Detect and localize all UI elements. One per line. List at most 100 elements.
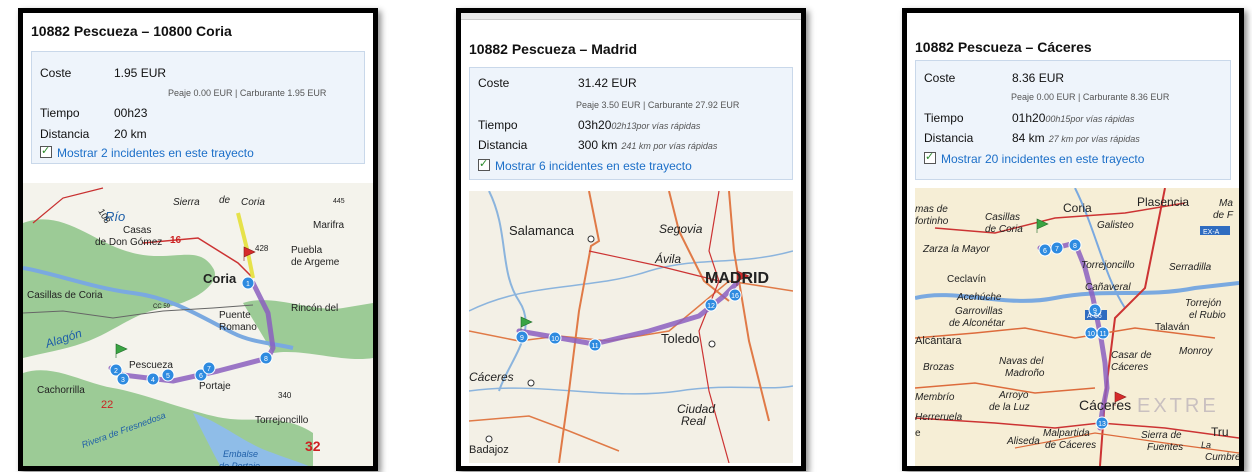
svg-text:Ma: Ma <box>1219 198 1233 209</box>
show-incidents-toggle[interactable]: Mostrar 2 incidentes en este trayecto <box>40 144 254 160</box>
svg-text:Serradilla: Serradilla <box>1169 262 1212 273</box>
time-extra: 00h15por vías rápidas <box>1045 114 1135 124</box>
svg-text:Fuentes: Fuentes <box>1147 442 1183 453</box>
svg-text:EX-A: EX-A <box>1203 229 1220 236</box>
cost-value: 8.36 EUR <box>1012 71 1065 85</box>
svg-text:Torrejoncillo: Torrejoncillo <box>255 415 309 426</box>
marker-5: 5 <box>166 373 170 380</box>
svg-text:Cañaveral: Cañaveral <box>1085 282 1131 293</box>
cost-breakdown: Peaje 0.00 EUR | Carburante 8.36 EUR <box>1011 92 1170 102</box>
distance-label: Distancia <box>924 131 974 145</box>
svg-text:Ceclavín: Ceclavín <box>947 274 986 285</box>
svg-text:Ávila: Ávila <box>654 251 681 266</box>
svg-text:Marifra: Marifra <box>313 220 345 231</box>
incidents-label[interactable]: Mostrar 20 incidentes en este trayecto <box>941 152 1144 166</box>
svg-text:Coria: Coria <box>1063 201 1092 215</box>
svg-text:Garrovillas: Garrovillas <box>955 306 1003 317</box>
svg-text:Portaje: Portaje <box>199 381 231 392</box>
cost-label: Coste <box>40 66 72 80</box>
svg-text:e: e <box>915 428 921 439</box>
svg-text:Coria: Coria <box>203 271 237 286</box>
svg-text:Navas del: Navas del <box>999 356 1044 367</box>
incidents-checkbox[interactable] <box>478 157 490 171</box>
svg-text:Cumbre: Cumbre <box>1205 452 1239 463</box>
svg-text:de Coria: de Coria <box>985 224 1023 235</box>
cost-label: Coste <box>924 71 956 85</box>
route-panel-madrid: 10882 Pescueza – Madrid Coste 31.42 EUR P… <box>456 8 806 471</box>
svg-text:32: 32 <box>305 438 321 454</box>
incidents-checkbox[interactable] <box>924 150 936 164</box>
svg-text:Herreruela: Herreruela <box>915 412 963 423</box>
svg-text:Cachorrilla: Cachorrilla <box>37 385 85 396</box>
svg-text:Sierra de: Sierra de <box>1141 430 1182 441</box>
distance-label: Distancia <box>478 138 528 152</box>
cost-value: 1.95 EUR <box>114 66 167 80</box>
route-map[interactable]: 678 910 11 13 Coria Plasencia Galisteo Ca… <box>915 188 1239 466</box>
route-panel-coria: 10882 Pescueza – 10800 Coria Coste 1.95 E… <box>18 8 378 471</box>
marker-9: 9 <box>520 335 524 342</box>
marker-10: 10 <box>551 336 559 343</box>
svg-text:de: de <box>219 195 231 206</box>
marker-7: 7 <box>1055 246 1059 253</box>
route-title: 10882 Pescueza – Cáceres <box>915 39 1092 55</box>
svg-text:Casillas de Coria: Casillas de Coria <box>27 290 103 301</box>
distance-value: 300 km <box>578 138 618 152</box>
svg-text:Segovia: Segovia <box>659 222 703 236</box>
svg-text:Talaván: Talaván <box>1155 322 1189 333</box>
window-top-bar <box>461 13 801 20</box>
time-value: 03h20 <box>578 118 612 132</box>
incidents-label[interactable]: Mostrar 2 incidentes en este trayecto <box>57 146 254 160</box>
svg-text:Monroy: Monroy <box>1179 346 1213 357</box>
svg-text:de Portaje: de Portaje <box>219 461 260 466</box>
svg-text:Cáceres: Cáceres <box>1079 397 1131 413</box>
svg-text:Romano: Romano <box>219 322 257 333</box>
svg-text:Brozas: Brozas <box>923 362 954 373</box>
marker-10: 10 <box>1087 331 1095 338</box>
route-summary-box: Coste 31.42 EUR Peaje 3.50 EUR | Carburan… <box>469 67 793 180</box>
svg-text:Galisteo: Galisteo <box>1097 220 1134 231</box>
svg-text:Torrejón: Torrejón <box>1185 298 1222 309</box>
marker-7: 7 <box>207 366 211 373</box>
marker-1: 1 <box>246 281 250 288</box>
svg-text:mas de: mas de <box>915 204 948 215</box>
distance-value: 84 km <box>1012 131 1045 145</box>
route-summary-box: Coste 1.95 EUR Peaje 0.00 EUR | Carburant… <box>31 51 365 164</box>
svg-text:A-66: A-66 <box>1087 313 1102 320</box>
svg-text:Alcántara: Alcántara <box>915 335 962 347</box>
svg-text:Salamanca: Salamanca <box>509 223 575 238</box>
svg-text:Puebla: Puebla <box>291 245 323 256</box>
svg-text:Madroño: Madroño <box>1005 368 1045 379</box>
cost-value: 31.42 EUR <box>578 76 637 90</box>
svg-text:Acehúche: Acehúche <box>956 292 1002 303</box>
svg-text:Cáceres: Cáceres <box>469 370 514 384</box>
svg-text:Arroyo: Arroyo <box>998 390 1029 401</box>
svg-text:Casillas: Casillas <box>985 212 1020 223</box>
svg-text:el Rubio: el Rubio <box>1189 310 1226 321</box>
marker-8: 8 <box>1073 243 1077 250</box>
svg-text:16: 16 <box>170 235 182 246</box>
marker-4: 4 <box>151 377 155 384</box>
svg-text:CC 59: CC 59 <box>153 304 171 310</box>
route-title: 10882 Pescueza – Madrid <box>469 41 638 57</box>
svg-text:de Argeme: de Argeme <box>291 257 340 268</box>
route-map[interactable]: 9 10 11 12 16 Salamanca Segovia Ávila MADRI… <box>469 191 793 463</box>
svg-text:Cáceres: Cáceres <box>1111 362 1148 373</box>
show-incidents-toggle[interactable]: Mostrar 20 incidentes en este trayecto <box>924 150 1144 166</box>
incidents-label[interactable]: Mostrar 6 incidentes en este trayecto <box>495 159 692 173</box>
svg-text:Embalse: Embalse <box>223 449 258 459</box>
svg-text:fortinho: fortinho <box>915 216 949 227</box>
route-map[interactable]: 123 45 6 78 Sierra de Coria Río Casasde Don… <box>23 183 373 466</box>
time-label: Tiempo <box>478 118 518 132</box>
svg-text:428: 428 <box>255 244 269 253</box>
show-incidents-toggle[interactable]: Mostrar 6 incidentes en este trayecto <box>478 157 692 173</box>
svg-text:Malpartida: Malpartida <box>1043 428 1090 439</box>
route-panel-caceres: 10882 Pescueza – Cáceres Coste 8.36 EUR P… <box>902 8 1244 471</box>
marker-6: 6 <box>1043 248 1047 255</box>
svg-text:Plasencia: Plasencia <box>1137 195 1189 209</box>
incidents-checkbox[interactable] <box>40 144 52 158</box>
svg-text:Torrejoncillo: Torrejoncillo <box>1081 260 1135 271</box>
time-extra: 02h13por vías rápidas <box>611 121 701 131</box>
time-label: Tiempo <box>40 106 80 120</box>
cost-breakdown: Peaje 0.00 EUR | Carburante 1.95 EUR <box>168 88 327 98</box>
distance-value: 20 km <box>114 127 147 141</box>
